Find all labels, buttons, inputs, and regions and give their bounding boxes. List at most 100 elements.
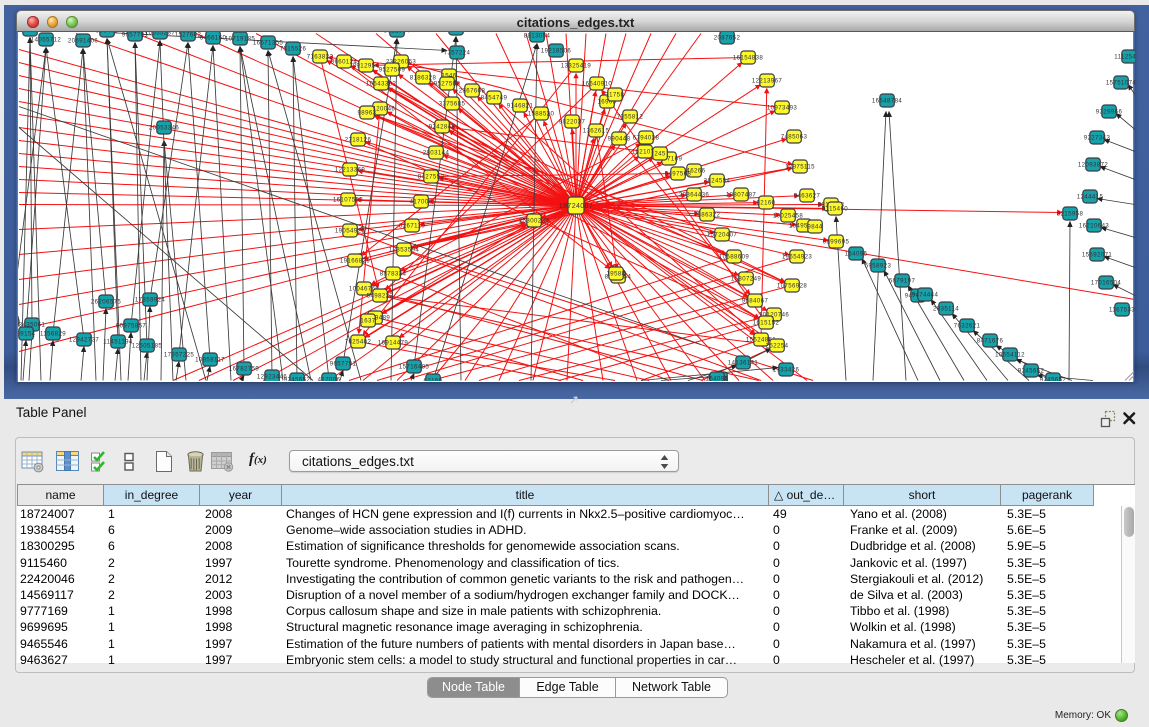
svg-text:8454749: 8454749 <box>481 95 508 102</box>
svg-text:39154: 39154 <box>18 331 36 338</box>
svg-text:15807249: 15807249 <box>731 276 762 283</box>
svg-text:2087652: 2087652 <box>714 35 741 42</box>
svg-text:6466160: 6466160 <box>200 35 227 42</box>
svg-text:9329966: 9329966 <box>1096 109 1123 116</box>
svg-text:13325419: 13325419 <box>561 63 592 70</box>
svg-text:1527602: 1527602 <box>175 32 202 39</box>
svg-text:2935114: 2935114 <box>933 306 959 313</box>
svg-text:10973493: 10973493 <box>767 105 798 112</box>
svg-text:1244415: 1244415 <box>1077 194 1104 201</box>
svg-text:8912954: 8912954 <box>353 63 380 70</box>
svg-text:1615152: 1615152 <box>753 320 780 327</box>
svg-text:5498222: 5498222 <box>367 293 394 300</box>
svg-text:1588520: 1588520 <box>528 111 555 118</box>
svg-text:7632621: 7632621 <box>954 323 981 330</box>
svg-text:1167533: 1167533 <box>1109 307 1135 314</box>
svg-text:90975857: 90975857 <box>116 323 147 330</box>
svg-text:9245652: 9245652 <box>1018 368 1045 375</box>
svg-text:9899695: 9899695 <box>823 239 850 246</box>
svg-text:12213369: 12213369 <box>335 167 366 174</box>
svg-text:15720407: 15720407 <box>707 232 738 239</box>
svg-text:3375685: 3375685 <box>439 101 466 108</box>
svg-text:12353594: 12353594 <box>389 247 420 254</box>
svg-text:12975115: 12975115 <box>785 164 815 171</box>
svg-text:16648784: 16648784 <box>872 98 903 105</box>
svg-text:6794028: 6794028 <box>633 135 660 142</box>
svg-text:17359924: 17359924 <box>135 297 166 304</box>
svg-text:9245652: 9245652 <box>1040 377 1067 381</box>
svg-text:25300233: 25300233 <box>519 218 550 225</box>
svg-text:20053346: 20053346 <box>149 125 180 132</box>
svg-text:20364436: 20364436 <box>679 192 710 199</box>
svg-text:26206575: 26206575 <box>91 299 122 306</box>
svg-text:1362615: 1362615 <box>583 128 610 135</box>
svg-text:16914479: 16914479 <box>378 340 409 347</box>
svg-text:7625402: 7625402 <box>345 339 372 346</box>
svg-text:19166829: 19166829 <box>340 258 371 265</box>
svg-text:7357224: 7357224 <box>444 50 471 57</box>
svg-text:8186328: 8186328 <box>410 75 437 82</box>
svg-text:14055712: 14055712 <box>31 37 62 44</box>
svg-text:3624554: 3624554 <box>704 178 731 185</box>
svg-text:417006: 417006 <box>318 377 341 381</box>
svg-text:1637: 1637 <box>360 318 375 325</box>
svg-text:20691406: 20691406 <box>68 38 99 45</box>
svg-text:9146821: 9146821 <box>507 103 534 110</box>
svg-text:8427552: 8427552 <box>418 174 445 181</box>
svg-text:7163822: 7163822 <box>307 54 334 61</box>
svg-text:11758: 11758 <box>606 92 625 99</box>
svg-text:252254: 252254 <box>766 343 789 350</box>
svg-text:12093872: 12093872 <box>1078 162 1109 169</box>
svg-text:16154838: 16154838 <box>733 55 764 62</box>
svg-text:9115460: 9115460 <box>822 206 848 213</box>
svg-text:9657791: 9657791 <box>330 361 357 368</box>
svg-text:8215958: 8215958 <box>1057 211 1084 218</box>
svg-text:12505185: 12505185 <box>132 343 163 350</box>
svg-text:16210643: 16210643 <box>1079 223 1110 230</box>
svg-text:11125419: 11125419 <box>1114 54 1135 61</box>
svg-text:6497568: 6497568 <box>665 171 692 178</box>
svg-text:62160: 62160 <box>757 200 776 207</box>
svg-text:7955812: 7955812 <box>617 114 644 121</box>
svg-text:19218506: 19218506 <box>541 48 572 55</box>
svg-text:8912954: 8912954 <box>384 32 411 35</box>
svg-text:990448: 990448 <box>608 136 631 143</box>
svg-text:1156829: 1156829 <box>40 331 66 338</box>
svg-text:17957225: 17957225 <box>164 352 195 359</box>
svg-text:16640910: 16640910 <box>582 81 613 88</box>
svg-text:10688609: 10688609 <box>719 254 750 261</box>
svg-text:9822037: 9822037 <box>559 119 586 126</box>
svg-text:9242848: 9242848 <box>429 124 456 131</box>
svg-text:16107553: 16107553 <box>333 197 364 204</box>
svg-text:1733426: 1733426 <box>773 367 800 374</box>
svg-text:10543382: 10543382 <box>366 81 397 88</box>
svg-text:12942737: 12942737 <box>69 337 100 344</box>
svg-text:9527509: 9527509 <box>379 67 406 74</box>
svg-text:15716485: 15716485 <box>399 364 430 371</box>
svg-text:990448: 990448 <box>96 32 119 35</box>
svg-text:11451194: 11451194 <box>103 339 133 346</box>
svg-text:18724007: 18724007 <box>559 203 593 210</box>
svg-text:9245652: 9245652 <box>284 377 311 381</box>
svg-text:19588: 19588 <box>607 271 626 278</box>
svg-text:9844: 9844 <box>807 224 822 231</box>
svg-text:98963: 98963 <box>358 110 377 117</box>
svg-text:164095: 164095 <box>706 376 729 381</box>
svg-text:8878334: 8878334 <box>380 271 407 278</box>
svg-text:8813054: 8813054 <box>524 33 551 40</box>
svg-text:19054925: 19054925 <box>335 228 366 235</box>
svg-text:7485063: 7485063 <box>781 134 808 141</box>
svg-text:2803144: 2803144 <box>423 150 450 157</box>
svg-text:15692071: 15692071 <box>1082 252 1113 259</box>
svg-text:10756928: 10756928 <box>777 283 808 290</box>
svg-text:10807487: 10807487 <box>726 192 757 199</box>
svg-text:9474444: 9474444 <box>912 292 939 299</box>
svg-text:164095: 164095 <box>845 251 868 258</box>
svg-text:417006: 417006 <box>410 199 433 206</box>
svg-text:19654923: 19654923 <box>782 254 813 261</box>
svg-text:14136141: 14136141 <box>728 360 759 367</box>
svg-text:2718126: 2718126 <box>345 137 372 144</box>
svg-text:7886322: 7886322 <box>694 212 721 219</box>
svg-text:9527508: 9527508 <box>434 81 461 88</box>
svg-text:245: 245 <box>654 151 666 158</box>
